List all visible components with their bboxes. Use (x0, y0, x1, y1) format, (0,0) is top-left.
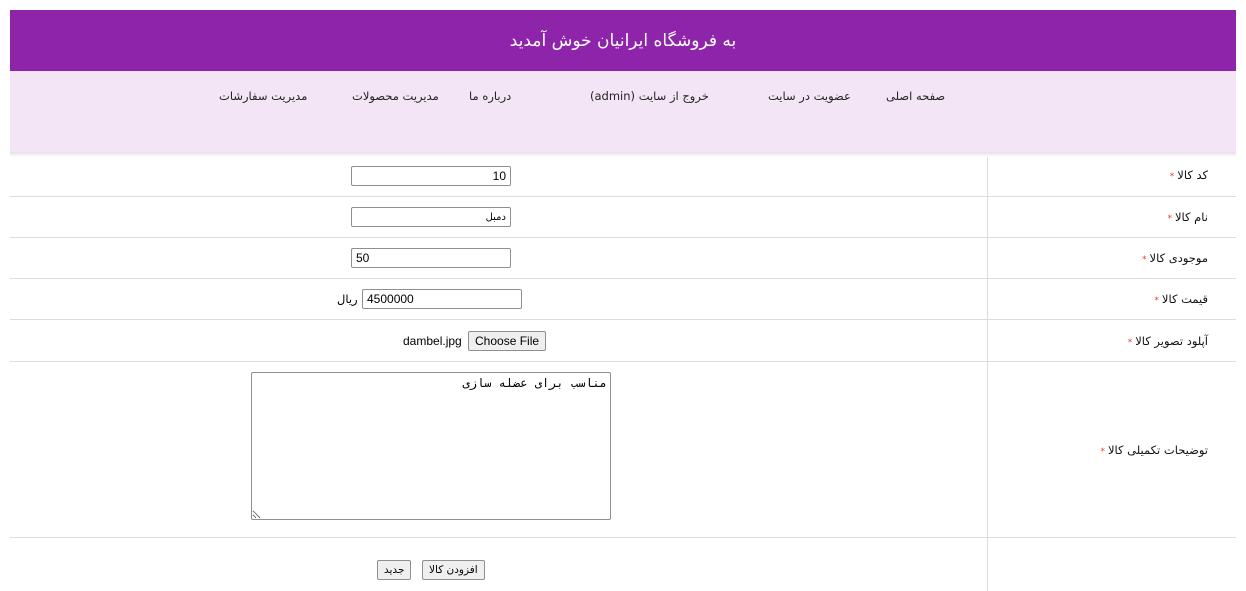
row-product-code (10, 157, 1236, 197)
selected-filename: dambel.jpg (403, 334, 462, 348)
row-product-name (10, 197, 1236, 238)
product-code-input[interactable] (351, 166, 511, 186)
label-image: آپلود تصویر کالا* (1127, 334, 1208, 348)
nav-bar: صفحه اصلی عضویت در سایت خروج از سایت (ad… (10, 71, 1236, 155)
row-stock (10, 238, 1236, 279)
required-mark: * (1167, 214, 1172, 224)
nav-item-order-management[interactable]: مدیریت سفارشات (219, 89, 307, 103)
row-image (10, 320, 1236, 362)
required-mark: * (1154, 296, 1159, 306)
nav-item-register[interactable]: عضویت در سایت (768, 89, 851, 103)
nav-item-about[interactable]: درباره ما (469, 89, 511, 103)
label-product-code: کد کالا* (1169, 168, 1208, 182)
label-product-name: نام کالا* (1167, 210, 1208, 224)
required-mark: * (1142, 255, 1147, 265)
required-mark: * (1127, 338, 1133, 348)
add-product-button[interactable]: افزودن کالا (422, 560, 485, 580)
required-mark: * (1100, 447, 1105, 457)
row-description (10, 362, 1236, 538)
product-name-input[interactable] (351, 207, 511, 227)
header-banner: به فروشگاه ایرانیان خوش آمدید (10, 10, 1236, 71)
price-input[interactable] (362, 289, 522, 309)
nav-item-logout[interactable]: خروج از سایت (admin) (590, 89, 709, 103)
price-unit: ریال (337, 292, 358, 306)
page-title: به فروشگاه ایرانیان خوش آمدید (509, 30, 737, 51)
nav-item-home[interactable]: صفحه اصلی (886, 89, 945, 103)
label-description: توضیحات تکمیلی کالا* (1100, 443, 1208, 457)
label-price: قیمت کالا* (1154, 292, 1208, 306)
label-stock: موجودی کالا* (1142, 251, 1208, 265)
stock-input[interactable] (351, 248, 511, 268)
column-divider (987, 157, 988, 591)
nav-item-product-management[interactable]: مدیریت محصولات (352, 89, 439, 103)
description-textarea[interactable]: مناسب برای عضله سازی (251, 372, 611, 520)
required-mark: * (1169, 172, 1175, 182)
row-price (10, 279, 1236, 320)
new-button[interactable]: جدید (377, 560, 412, 580)
choose-file-button[interactable]: Choose File (468, 331, 547, 351)
